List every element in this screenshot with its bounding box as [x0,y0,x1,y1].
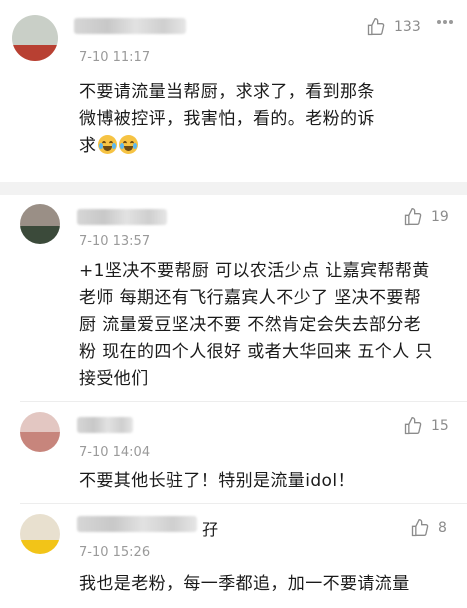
username-visible-part: 孖 [202,520,219,539]
comment-line: 粉 现在的四个人很好 或者大华回来 五个人 只 [79,342,433,362]
avatar[interactable] [12,15,58,61]
avatar-bottom [20,540,60,554]
like-button[interactable]: 8 [410,518,447,538]
avatar[interactable] [20,204,60,244]
comment-line: 不要请流量当帮厨，求求了，看到那条 [79,82,375,102]
comment-line: 厨 流量爱豆坚决不要 不然肯定会失去部分老 [79,315,422,335]
like-button[interactable]: 19 [403,207,449,227]
avatar-bottom [20,226,60,244]
more-icon[interactable] [437,20,453,30]
comment-line: 不要其他长驻了！特别是流量idol！ [79,471,355,491]
thumbs-up-icon [411,518,429,537]
comment-line: 接受他们 [79,369,149,389]
comment-text: 我也是老粉，每一季都追，加一不要请流量 [79,571,459,598]
avatar[interactable] [20,412,60,452]
username-blurred[interactable] [77,516,197,532]
username-blurred[interactable] [77,209,167,225]
like-button[interactable]: 133 [366,17,421,37]
comment-line: 微博被控评，我害怕，看的。老粉的诉 [79,109,375,129]
like-count: 19 [431,209,449,225]
avatar-top [20,204,60,226]
like-count: 133 [394,19,421,35]
comment-line: 老师 每期还有飞行嘉宾人不少了 坚决不要帮 [79,288,422,308]
avatar[interactable] [20,514,60,554]
avatar-top [12,15,58,45]
comment-item: 孖 7-10 15:26 8 我也是老粉，每一季都追，加一不要请流量 [0,504,467,608]
like-count: 8 [438,520,447,536]
thumbs-up-icon [404,207,422,226]
avatar-bottom [12,45,58,61]
comment-line: +1坚决不要帮厨 可以农活少点 让嘉宾帮帮黄 [79,261,430,281]
laugh-cry-emoji-icon [98,135,118,154]
comment-text: +1坚决不要帮厨 可以农活少点 让嘉宾帮帮黄 老师 每期还有飞行嘉宾人不少了 坚… [79,258,459,393]
comment-item: 7-10 11:17 133 不要请流量当帮厨，求求了，看到那条 微博被控评，我… [0,0,467,180]
comment-text: 不要其他长驻了！特别是流量idol！ [79,468,459,495]
like-button[interactable]: 15 [403,416,449,436]
username-blurred[interactable] [77,417,133,433]
section-divider [0,182,467,195]
avatar-top [20,412,60,432]
avatar-bottom [20,432,60,452]
username-blurred[interactable] [74,18,186,34]
comment-time: 7-10 15:26 [79,545,151,560]
comment-line: 求 [79,133,459,160]
comment-time: 7-10 11:17 [79,50,151,65]
comment-time: 7-10 14:04 [79,445,151,460]
avatar-top [20,514,60,540]
comment-item: 7-10 14:04 15 不要其他长驻了！特别是流量idol！ [0,402,467,502]
laugh-cry-emoji-icon [119,135,139,154]
thumbs-up-icon [367,17,385,36]
like-count: 15 [431,418,449,434]
comment-line: 我也是老粉，每一季都追，加一不要请流量 [79,574,410,594]
comment-line-text: 求 [79,136,97,156]
comment-text: 不要请流量当帮厨，求求了，看到那条 微博被控评，我害怕，看的。老粉的诉 求 [79,79,459,160]
comment-item: 7-10 13:57 19 +1坚决不要帮厨 可以农活少点 让嘉宾帮帮黄 老师 … [0,195,467,400]
comment-time: 7-10 13:57 [79,234,151,249]
thumbs-up-icon [404,416,422,435]
